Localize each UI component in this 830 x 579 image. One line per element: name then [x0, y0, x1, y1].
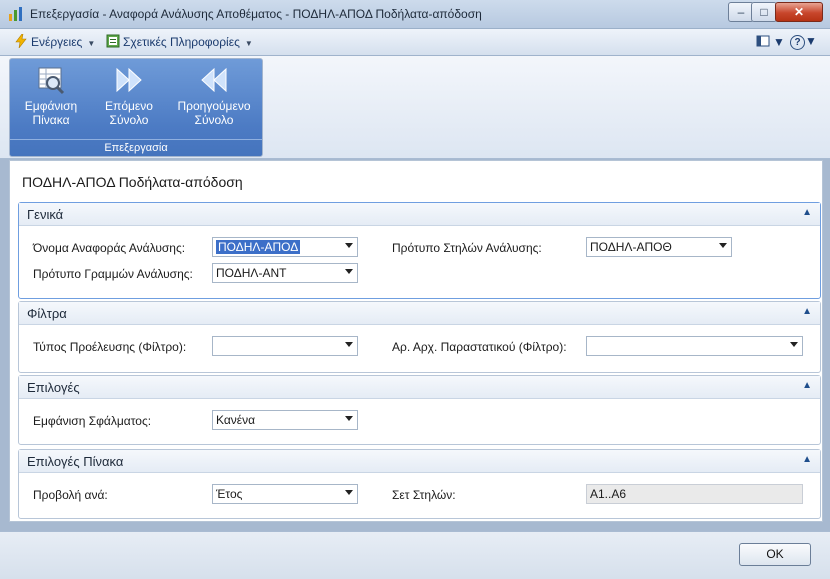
- dropdown-arrow-icon[interactable]: [345, 243, 353, 248]
- show-error-value: Κανένα: [216, 413, 256, 427]
- fasttab-matrix-options-title: Επιλογές Πίνακα: [27, 454, 124, 469]
- ribbon-group-label: Επεξεργασία: [10, 139, 262, 154]
- dropdown-arrow-icon[interactable]: [345, 416, 353, 421]
- related-info-icon: [106, 34, 120, 48]
- dropdown-arrow-icon[interactable]: [345, 269, 353, 274]
- previous-set-button[interactable]: Προηγούμενο Σύνολο: [175, 63, 253, 133]
- ribbon-group-edit: Εμφάνιση Πίνακα Επόμενο Σύνολο Προηγούμε…: [9, 58, 263, 157]
- dropdown-arrow-icon[interactable]: [345, 342, 353, 347]
- fasttab-options-title: Επιλογές: [27, 380, 80, 395]
- column-set-field: Α1..Α6: [586, 484, 803, 504]
- chevron-up-icon[interactable]: ▲: [802, 454, 812, 465]
- line-template-field[interactable]: ΠΟΔΗΛ-ΑΝΤ: [212, 263, 358, 283]
- fasttab-options-header[interactable]: Επιλογές ▲: [19, 376, 820, 399]
- show-error-label: Εμφάνιση Σφάλματος:: [33, 414, 152, 428]
- source-type-filter-label: Τύπος Προέλευσης (Φίλτρο):: [33, 340, 187, 354]
- ok-button[interactable]: OK: [739, 543, 811, 566]
- layout-menu[interactable]: ▼: [756, 34, 785, 49]
- maximize-button[interactable]: □: [751, 2, 777, 22]
- actions-menu-label: Ενέργειες: [31, 35, 83, 49]
- column-set-label: Σετ Στηλών:: [392, 488, 456, 502]
- column-template-label: Πρότυπο Στηλών Ανάλυσης:: [392, 241, 542, 255]
- fasttab-filters-header[interactable]: Φίλτρα ▲: [19, 302, 820, 325]
- previous-set-label-line1: Προηγούμενο: [177, 99, 251, 113]
- fasttab-filters: Φίλτρα ▲ Τύπος Προέλευσης (Φίλτρο): Αρ. …: [18, 301, 821, 373]
- window-title: Επεξεργασία - Αναφορά Ανάλυσης Αποθέματο…: [30, 7, 482, 21]
- next-set-icon: [116, 67, 142, 93]
- line-template-label: Πρότυπο Γραμμών Ανάλυσης:: [33, 267, 193, 281]
- column-template-value: ΠΟΔΗΛ-ΑΠΟΘ: [590, 240, 672, 254]
- chevron-down-icon: ▼: [87, 39, 96, 48]
- lightning-icon: [15, 34, 27, 48]
- previous-set-icon: [201, 67, 227, 93]
- fasttab-filters-title: Φίλτρα: [27, 306, 67, 321]
- help-menu[interactable]: ? ▼: [790, 34, 817, 50]
- next-set-label-line1: Επόμενο: [105, 99, 153, 113]
- command-bar: Ενέργειες ▼ Σχετικές Πληροφορίες ▼ ▼ ? ▼: [0, 29, 830, 56]
- related-information-menu[interactable]: Σχετικές Πληροφορίες ▼: [106, 34, 253, 49]
- next-set-button[interactable]: Επόμενο Σύνολο: [90, 63, 168, 133]
- ribbon: Εμφάνιση Πίνακα Επόμενο Σύνολο Προηγούμε…: [0, 56, 830, 159]
- fasttab-matrix-options-header[interactable]: Επιλογές Πίνακα ▲: [19, 450, 820, 473]
- chevron-up-icon[interactable]: ▲: [802, 207, 812, 218]
- show-matrix-icon: [38, 67, 65, 95]
- page-content: ΠΟΔΗΛ-ΑΠΟΔ Ποδήλατα-απόδοση Γενικά ▲ Όνο…: [9, 160, 823, 522]
- line-template-value: ΠΟΔΗΛ-ΑΝΤ: [216, 266, 287, 280]
- chevron-down-icon: ▼: [805, 34, 817, 48]
- related-information-label: Σχετικές Πληροφορίες: [123, 35, 240, 49]
- view-by-label: Προβολή ανά:: [33, 488, 108, 502]
- document-no-filter-label: Αρ. Αρχ. Παραστατικού (Φίλτρο):: [392, 340, 567, 354]
- source-type-filter-field[interactable]: [212, 336, 358, 356]
- title-bar: Επεξεργασία - Αναφορά Ανάλυσης Αποθέματο…: [0, 0, 830, 29]
- analysis-report-name-field[interactable]: ΠΟΔΗΛ-ΑΠΟΔ: [212, 237, 358, 257]
- show-matrix-label-line1: Εμφάνιση: [24, 99, 78, 113]
- view-by-field[interactable]: Έτος: [212, 484, 358, 504]
- fasttab-options: Επιλογές ▲ Εμφάνιση Σφάλματος: Κανένα: [18, 375, 821, 445]
- analysis-report-name-value: ΠΟΔΗΛ-ΑΠΟΔ: [216, 240, 301, 254]
- chevron-down-icon: ▼: [244, 39, 253, 48]
- layout-icon: [756, 35, 770, 47]
- document-no-filter-field[interactable]: [586, 336, 803, 356]
- dropdown-arrow-icon[interactable]: [719, 243, 727, 248]
- column-set-value: Α1..Α6: [590, 487, 627, 501]
- analysis-report-name-label: Όνομα Αναφοράς Ανάλυσης:: [33, 241, 186, 255]
- chevron-down-icon: ▼: [773, 35, 785, 49]
- show-matrix-label-line2: Πίνακα: [32, 113, 70, 127]
- chevron-up-icon[interactable]: ▲: [802, 306, 812, 317]
- fasttab-matrix-options: Επιλογές Πίνακα ▲ Προβολή ανά: Έτος Σετ …: [18, 449, 821, 519]
- footer-bar: OK: [0, 531, 830, 579]
- dropdown-arrow-icon[interactable]: [345, 490, 353, 495]
- column-template-field[interactable]: ΠΟΔΗΛ-ΑΠΟΘ: [586, 237, 732, 257]
- next-set-label-line2: Σύνολο: [109, 113, 149, 127]
- previous-set-label-line2: Σύνολο: [194, 113, 234, 127]
- view-by-value: Έτος: [216, 487, 243, 501]
- close-button[interactable]: ✕: [775, 2, 823, 22]
- show-matrix-button[interactable]: Εμφάνιση Πίνακα: [12, 63, 90, 133]
- fasttab-general-header[interactable]: Γενικά ▲: [19, 203, 820, 226]
- page-title: ΠΟΔΗΛ-ΑΠΟΔ Ποδήλατα-απόδοση: [22, 174, 243, 190]
- dropdown-arrow-icon[interactable]: [790, 342, 798, 347]
- show-error-field[interactable]: Κανένα: [212, 410, 358, 430]
- app-logo-icon: [9, 7, 22, 21]
- help-icon: ?: [790, 35, 805, 50]
- fasttab-general-title: Γενικά: [27, 207, 64, 222]
- fasttab-general: Γενικά ▲ Όνομα Αναφοράς Ανάλυσης: ΠΟΔΗΛ-…: [18, 202, 821, 299]
- actions-menu[interactable]: Ενέργειες ▼: [14, 34, 95, 49]
- chevron-up-icon[interactable]: ▲: [802, 380, 812, 391]
